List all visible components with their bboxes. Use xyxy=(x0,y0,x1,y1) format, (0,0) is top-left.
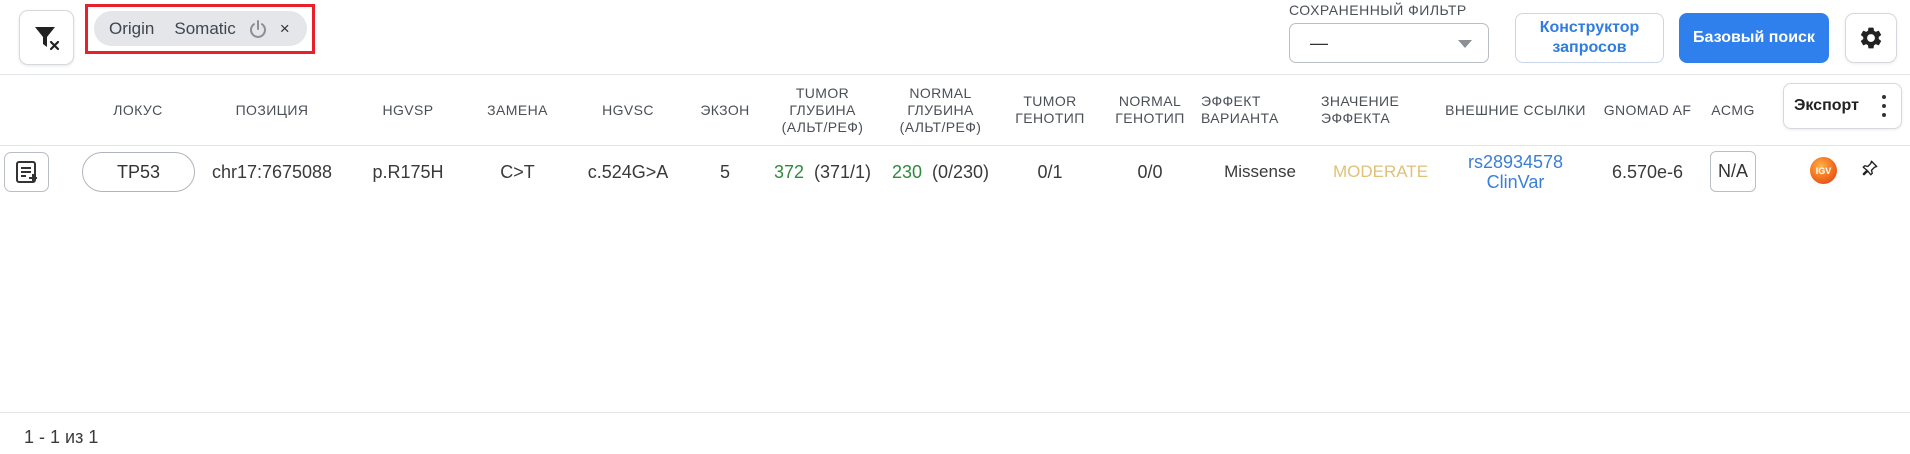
export-button[interactable]: Экспорт xyxy=(1783,83,1902,129)
column-header-external-links[interactable]: ВНЕШНИЕ ССЫЛКИ xyxy=(1438,75,1593,145)
column-header-effect-impact[interactable]: ЗНАЧЕНИЕ ЭФФЕКТА xyxy=(1321,75,1421,145)
acmg-select[interactable]: N/A xyxy=(1710,151,1756,192)
cell-hgvsp: p.R175H xyxy=(372,161,444,182)
column-header-substitution[interactable]: ЗАМЕНА xyxy=(475,75,560,145)
table-row: TP53 chr17:7675088 p.R175H C>T c.524G>A … xyxy=(0,146,1910,198)
saved-filter-label: СОХРАНЕННЫЙ ФИЛЬТР xyxy=(1289,2,1467,18)
column-header-position[interactable]: ПОЗИЦИЯ xyxy=(222,75,322,145)
saved-filter-select[interactable]: — xyxy=(1289,23,1489,63)
tumor-depth-ratio: (371/1) xyxy=(814,161,872,182)
cell-normal-genotype: 0/0 xyxy=(1137,161,1163,182)
filter-chip-label: Origin xyxy=(109,18,155,38)
pin-icon[interactable] xyxy=(1859,157,1881,179)
igv-icon[interactable]: IGV xyxy=(1810,157,1837,184)
cell-tumor-depth: 372 (371/1) xyxy=(765,146,880,198)
active-filter-chip[interactable]: Origin Somatic × xyxy=(94,11,307,46)
query-builder-label: Конструктор запросов xyxy=(1539,19,1640,56)
column-header-hgvsp[interactable]: HGVSP xyxy=(368,75,448,145)
cell-exon: 5 xyxy=(719,161,730,182)
add-note-button[interactable] xyxy=(4,152,49,192)
divider xyxy=(0,412,1910,413)
clinvar-link[interactable]: ClinVar xyxy=(1487,172,1545,192)
tumor-depth-total: 372 xyxy=(773,161,804,182)
basic-search-button[interactable]: Базовый поиск xyxy=(1679,13,1829,63)
column-header-exon[interactable]: ЭКЗОН xyxy=(690,75,760,145)
column-header-normal-depth[interactable]: NORMAL ГЛУБИНА (АЛЬТ/РЕФ) xyxy=(883,75,998,145)
normal-depth-ratio: (0/230) xyxy=(932,161,990,182)
column-header-acmg[interactable]: ACMG xyxy=(1703,75,1763,145)
close-icon[interactable]: × xyxy=(280,20,290,37)
toolbar: Origin Somatic × СОХРАНЕННЫЙ ФИЛЬТР — Ко… xyxy=(0,0,1910,74)
cell-variant-effect: Missense xyxy=(1224,162,1296,181)
table-header: ЛОКУС ПОЗИЦИЯ HGVSP ЗАМЕНА HGVSC ЭКЗОН T… xyxy=(0,75,1910,145)
column-header-variant-effect[interactable]: ЭФФЕКТ ВАРИАНТА xyxy=(1201,75,1296,145)
power-icon[interactable] xyxy=(246,17,270,41)
cell-normal-depth: 230 (0/230) xyxy=(883,146,998,198)
filter-clear-icon xyxy=(34,26,59,50)
settings-button[interactable] xyxy=(1845,13,1897,63)
cell-effect-impact: MODERATE xyxy=(1332,162,1429,181)
cell-gnomad-af: 6.570e-6 xyxy=(1611,161,1684,182)
column-header-tumor-depth[interactable]: TUMOR ГЛУБИНА (АЛЬТ/РЕФ) xyxy=(765,75,880,145)
cell-position: chr17:7675088 xyxy=(211,161,333,182)
chevron-down-icon xyxy=(1458,40,1472,48)
dbsnp-link[interactable]: rs28934578 xyxy=(1468,152,1563,172)
more-vertical-icon xyxy=(1881,95,1887,117)
cell-tumor-genotype: 0/1 xyxy=(1037,161,1063,182)
gear-icon xyxy=(1860,27,1882,49)
note-add-icon xyxy=(15,161,37,183)
normal-depth-total: 230 xyxy=(891,161,922,182)
gene-locus-pill[interactable]: TP53 xyxy=(82,152,195,192)
filter-chip-value: Somatic xyxy=(174,18,236,38)
export-label: Экспорт xyxy=(1794,97,1859,114)
column-header-normal-genotype[interactable]: NORMAL ГЕНОТИП xyxy=(1110,75,1190,145)
pagination-info: 1 - 1 из 1 xyxy=(24,427,99,447)
clear-filters-button[interactable] xyxy=(19,10,74,65)
column-header-tumor-genotype[interactable]: TUMOR ГЕНОТИП xyxy=(1010,75,1090,145)
column-header-gnomad-af[interactable]: GNOMAD AF xyxy=(1600,75,1695,145)
column-header-hgvsc[interactable]: HGVSC xyxy=(588,75,668,145)
saved-filter-value: — xyxy=(1310,32,1328,53)
column-header-locus[interactable]: ЛОКУС xyxy=(98,75,178,145)
cell-substitution: C>T xyxy=(500,161,535,182)
query-builder-button[interactable]: Конструктор запросов xyxy=(1515,13,1664,63)
cell-hgvsc: c.524G>A xyxy=(587,161,669,182)
cell-external-links: rs28934578 ClinVar xyxy=(1438,146,1593,198)
